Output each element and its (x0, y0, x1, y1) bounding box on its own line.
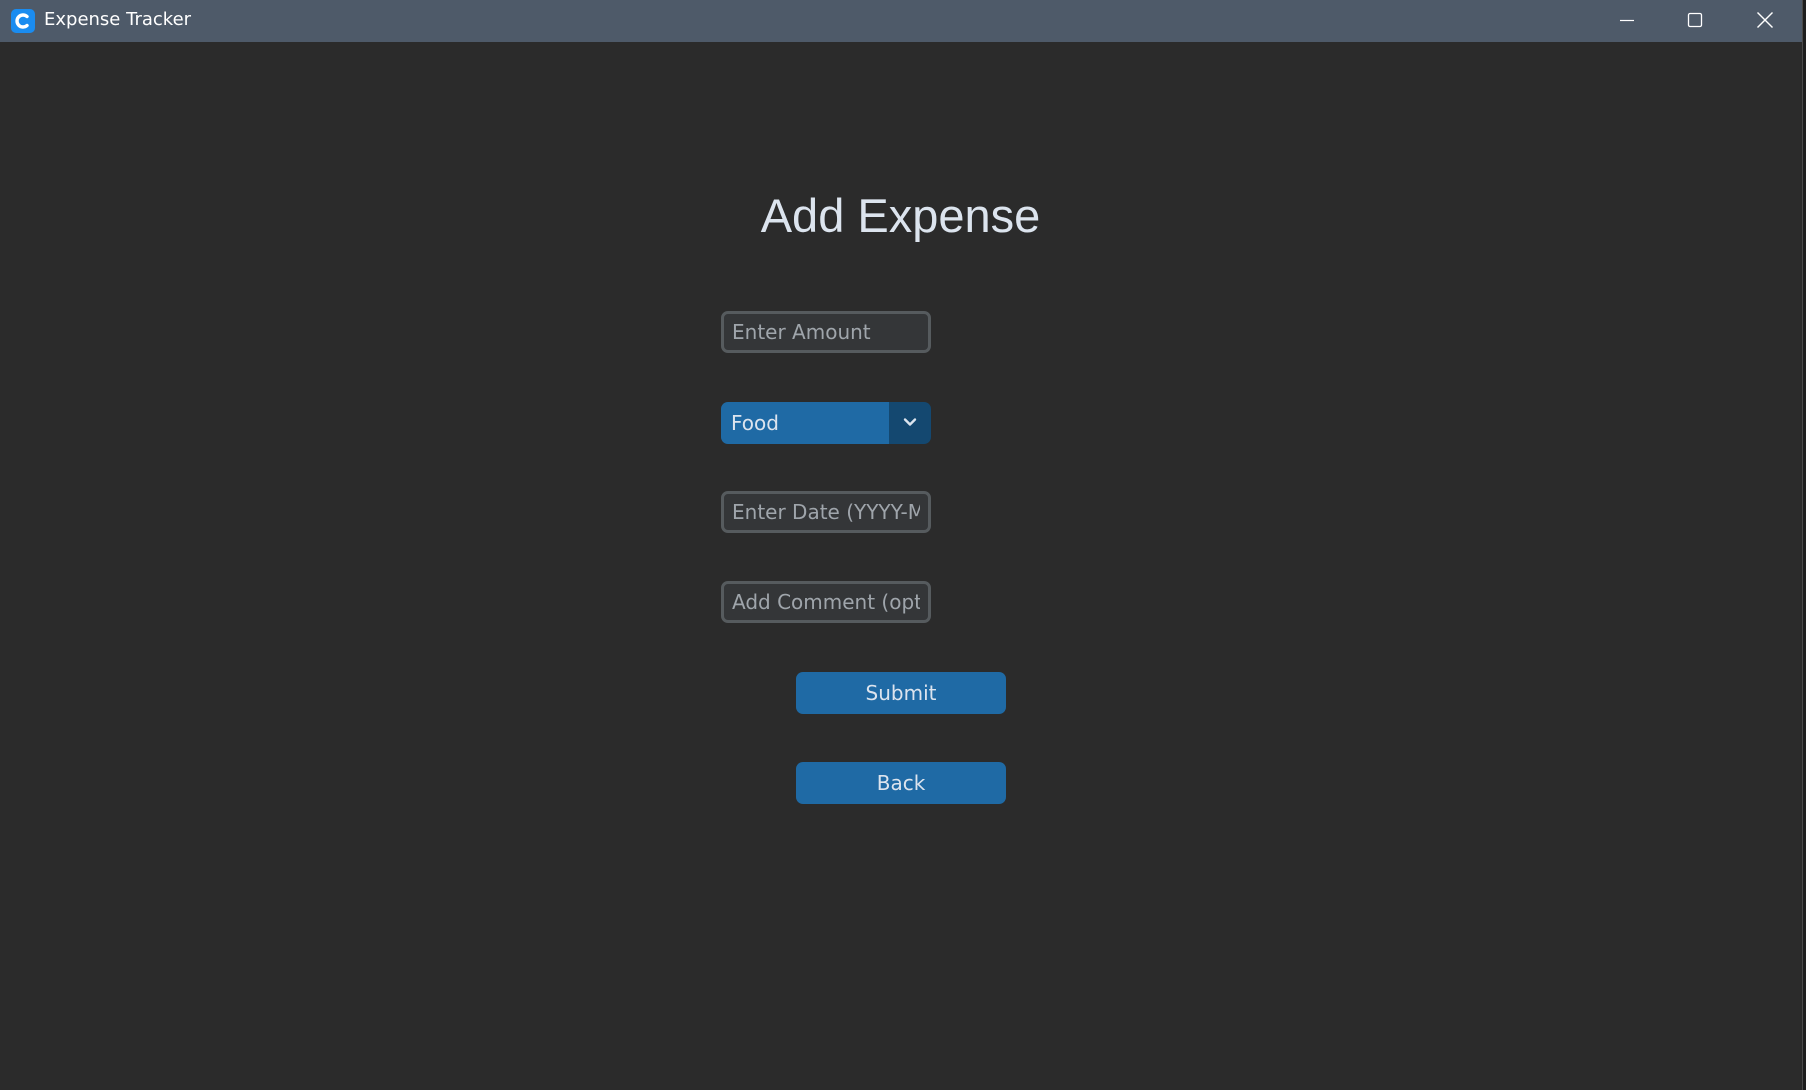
amount-input[interactable] (721, 311, 931, 353)
page-title: Add Expense (760, 189, 1041, 242)
app-logo-icon (11, 9, 35, 33)
app-window: Expense Tracker Add Expense Food (0, 0, 1803, 1090)
chevron-down-icon (903, 414, 917, 432)
comment-input[interactable] (721, 581, 931, 623)
submit-button[interactable]: Submit (796, 672, 1006, 714)
date-input[interactable] (721, 491, 931, 533)
window-title: Expense Tracker (44, 9, 192, 30)
maximize-button[interactable] (1660, 0, 1730, 40)
minimize-icon (1619, 12, 1635, 28)
title-bar[interactable]: Expense Tracker (0, 0, 1802, 42)
close-button[interactable] (1730, 0, 1800, 40)
category-dropdown[interactable]: Food (721, 402, 931, 444)
close-icon (1756, 11, 1774, 29)
minimize-button[interactable] (1592, 0, 1662, 40)
maximize-icon (1687, 12, 1703, 28)
category-dropdown-button[interactable] (889, 402, 931, 444)
category-selected-value: Food (721, 402, 889, 444)
back-button[interactable]: Back (796, 762, 1006, 804)
